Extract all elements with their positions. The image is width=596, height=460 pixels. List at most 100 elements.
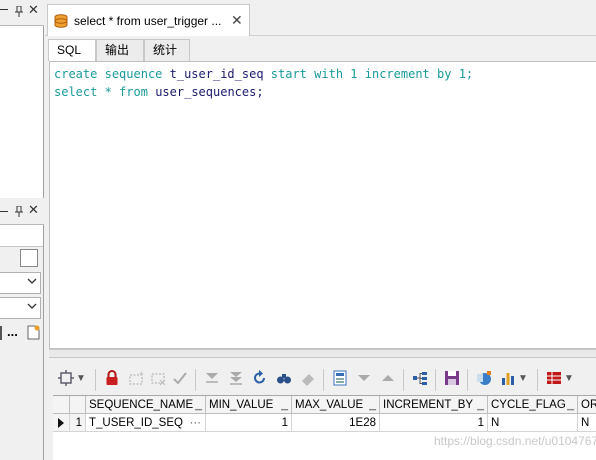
table-cell[interactable]: N <box>488 414 578 432</box>
toolbar-separator <box>195 369 196 391</box>
column-header-sequence-name[interactable]: SEQUENCE_NAME ▁ <box>86 396 206 414</box>
left-bottom-dropdown-1[interactable] <box>0 272 41 294</box>
column-header-label: OR <box>581 399 596 411</box>
number-literal: 1 <box>350 67 358 81</box>
chevron-down-icon[interactable]: ▼ <box>75 370 87 388</box>
left-bottom-list-area <box>0 225 43 247</box>
chart-icon[interactable] <box>499 370 517 388</box>
left-top-panel-body <box>0 26 43 198</box>
column-header-label: MIN_VALUE <box>209 399 274 411</box>
left-bottom-tool-edge <box>0 326 2 340</box>
export-icon[interactable] <box>475 370 493 388</box>
fetch-next-page-icon[interactable] <box>203 370 221 388</box>
close-icon[interactable]: ✕ <box>231 12 243 29</box>
column-resize-grip[interactable]: ▁ <box>369 396 376 413</box>
result-grid[interactable]: SEQUENCE_NAME ▁ MIN_VALUE ▁ MAX_VALUE ▁ INC… <box>53 395 596 460</box>
keyword: by <box>437 67 452 81</box>
pin-icon[interactable] <box>14 205 24 221</box>
number-literal: 1; <box>458 67 474 81</box>
cell-value: T_USER_ID_SEQ <box>89 417 183 429</box>
toolbar-separator <box>95 369 96 391</box>
tab-title: select * from user_trigger ... <box>74 14 222 28</box>
keyword: increment <box>364 67 430 81</box>
fetch-last-page-icon[interactable] <box>227 370 245 388</box>
previous-record-icon[interactable] <box>379 370 397 388</box>
left-bottom-panel-header: ✕ <box>0 199 44 225</box>
column-header-max-value[interactable]: MAX_VALUE ▁ <box>292 396 380 414</box>
grid-rownum-header <box>70 396 86 414</box>
column-header-increment-by[interactable]: INCREMENT_BY ▁ <box>380 396 488 414</box>
single-record-view-icon[interactable] <box>331 370 349 388</box>
clear-icon[interactable] <box>299 370 317 388</box>
row-indicator[interactable] <box>53 414 70 432</box>
chevron-down-icon <box>27 277 37 288</box>
post-changes-icon[interactable] <box>171 370 189 388</box>
table-cell[interactable]: N <box>578 414 596 432</box>
toolbar-separator <box>403 369 404 391</box>
tab-output[interactable]: 输出 <box>96 39 144 61</box>
save-icon[interactable] <box>443 370 461 388</box>
column-resize-grip[interactable]: ▁ <box>567 396 574 413</box>
table-cell[interactable]: T_USER_ID_SEQ ··· <box>86 414 206 432</box>
chevron-down-icon[interactable]: ▼ <box>563 370 575 388</box>
editor-line-1: create sequence t_user_id_seq start with… <box>54 65 473 83</box>
next-record-icon[interactable] <box>355 370 373 388</box>
row-number: 1 <box>70 414 86 432</box>
grid-layout-icon[interactable] <box>545 370 563 388</box>
insert-record-icon[interactable]: + <box>127 369 145 388</box>
query-by-example-icon[interactable] <box>57 370 75 388</box>
new-file-icon[interactable] <box>27 325 40 343</box>
column-header-label: MAX_VALUE <box>295 399 364 411</box>
find-icon[interactable] <box>275 370 293 388</box>
keyword: start <box>270 67 307 81</box>
tab-sql-window[interactable]: select * from user_trigger ... ✕ <box>47 4 250 36</box>
column-header-cycle-flag[interactable]: CYCLE_FLAG ▁ <box>488 396 578 414</box>
editor-results-splitter[interactable] <box>49 349 596 358</box>
left-top-minimize-icon[interactable] <box>0 9 8 10</box>
svg-text:+: + <box>139 370 144 378</box>
results-toolbar: ▼ + ▼ ▼ <box>53 366 596 394</box>
column-header-label: INCREMENT_BY <box>383 399 474 411</box>
delete-record-icon[interactable] <box>149 370 167 388</box>
pin-icon[interactable] <box>14 5 24 21</box>
keyword: create <box>54 67 98 81</box>
left-top-panel-header: ✕ <box>0 0 44 26</box>
tab-sql[interactable]: SQL <box>48 39 96 61</box>
database-icon <box>54 14 68 28</box>
editor-line-2: select * from user_sequences; <box>54 83 264 101</box>
more-options-button[interactable]: ... <box>7 324 18 339</box>
close-icon[interactable]: ✕ <box>28 203 39 216</box>
close-icon[interactable]: ✕ <box>28 3 39 16</box>
left-bottom-toolbar: ... <box>0 322 43 346</box>
column-resize-grip[interactable]: ▁ <box>195 396 202 413</box>
column-resize-grip[interactable]: ▁ <box>477 396 484 413</box>
table-identifier: user_sequences; <box>155 85 264 99</box>
column-resize-grip[interactable]: ▁ <box>281 396 288 413</box>
chevron-down-icon[interactable]: ▼ <box>517 370 529 388</box>
tab-statistics[interactable]: 统计 <box>144 39 190 61</box>
chevron-down-icon <box>27 302 37 313</box>
sql-editor[interactable]: create sequence t_user_id_seq start with… <box>49 61 596 349</box>
left-bottom-dropdown-2[interactable] <box>0 297 41 319</box>
cell-ellipsis-button[interactable]: ··· <box>190 414 202 431</box>
table-cell[interactable]: 1E28 <box>292 414 380 432</box>
toolbar-separator <box>467 369 468 391</box>
toolbar-separator <box>323 369 324 391</box>
column-header-label: SEQUENCE_NAME <box>89 399 194 411</box>
star-operator: * <box>104 85 112 99</box>
column-header-min-value[interactable]: MIN_VALUE ▁ <box>206 396 292 414</box>
grid-corner-cell <box>53 396 70 414</box>
tree-view-icon[interactable] <box>411 370 429 388</box>
document-tab-bar: select * from user_trigger ... ✕ <box>45 0 596 36</box>
column-header-order-flag[interactable]: OR <box>578 396 596 414</box>
table-cell[interactable]: 1 <box>380 414 488 432</box>
left-dock-panel-top: ✕ <box>0 0 44 198</box>
left-bottom-checkbox[interactable] <box>20 249 38 267</box>
table-cell[interactable]: 1 <box>206 414 292 432</box>
left-bottom-minimize-icon[interactable] <box>0 211 8 212</box>
watermark: https://blog.csdn.net/u010476739 <box>434 434 596 448</box>
toolbar-separator <box>537 369 538 391</box>
current-row-arrow-icon <box>58 418 64 428</box>
refresh-icon[interactable] <box>251 370 269 388</box>
lock-icon[interactable] <box>103 370 121 388</box>
